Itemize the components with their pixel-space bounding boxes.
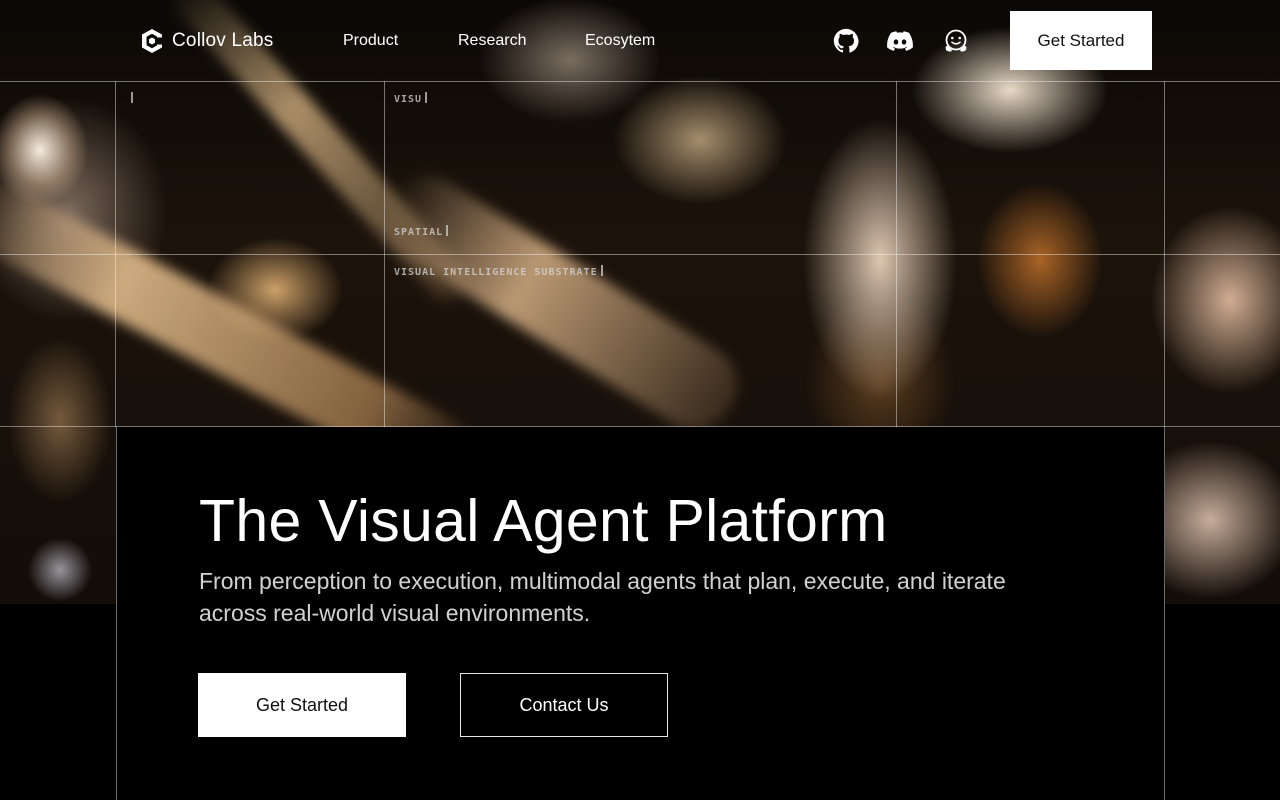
discord-link[interactable] xyxy=(887,28,913,54)
brand-logo-link[interactable]: Collov Labs xyxy=(140,28,273,54)
huggingface-icon xyxy=(945,29,967,52)
grid-line xyxy=(896,81,897,427)
discord-icon xyxy=(887,31,913,51)
grid-line xyxy=(0,81,1280,82)
top-nav: Collov Labs Product Research Ecosytem Ge… xyxy=(0,0,1280,80)
nav-link-ecosystem[interactable]: Ecosytem xyxy=(585,32,655,50)
collov-logo-icon xyxy=(142,29,162,53)
hud-marker xyxy=(128,92,133,105)
grid-line xyxy=(384,81,385,427)
nav-link-product[interactable]: Product xyxy=(343,32,398,50)
github-link[interactable] xyxy=(833,28,859,54)
hero-contact-us-button[interactable]: Contact Us xyxy=(460,673,668,737)
grid-line xyxy=(0,254,1280,255)
grid-line xyxy=(115,81,116,427)
hud-label-spatial: SPATIAL xyxy=(394,225,449,238)
brand-name: Collov Labs xyxy=(172,30,274,51)
huggingface-link[interactable] xyxy=(943,28,969,54)
hero-subtitle: From perception to execution, multimodal… xyxy=(199,568,1006,626)
hud-label-visu: VISU xyxy=(394,92,428,105)
grid-line xyxy=(1164,81,1165,427)
github-icon xyxy=(833,28,859,53)
hud-label-substrate: VISUAL INTELLIGENCE SUBSTRATE xyxy=(394,265,603,278)
light-beam xyxy=(367,160,753,445)
hero-title: The Visual Agent Platform xyxy=(199,488,888,554)
nav-get-started-button[interactable]: Get Started xyxy=(1010,11,1152,70)
nav-link-research[interactable]: Research xyxy=(458,32,526,50)
hero-get-started-button[interactable]: Get Started xyxy=(198,673,406,737)
